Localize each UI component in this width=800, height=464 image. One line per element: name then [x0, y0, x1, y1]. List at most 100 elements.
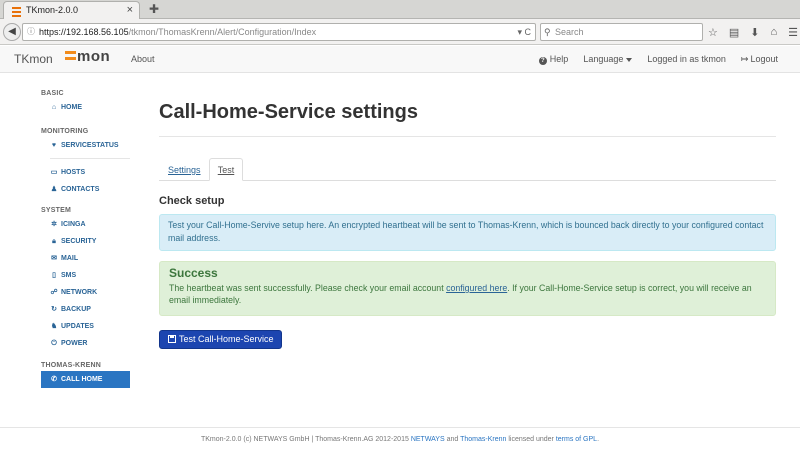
footer: TKmon-2.0.0 (c) NETWAYS GmbH | Thomas-Kr… [0, 436, 800, 443]
sidebar-item-label: ICINGA [61, 221, 86, 228]
sidebar-item-label: NETWORK [61, 289, 98, 296]
browser-toolbar: ◀ ⓘ https://192.168.56.105/tkmon/ThomasK… [0, 19, 800, 45]
sidebar-item-label: UPDATES [61, 323, 94, 330]
browser-tab-bar: TKmon-2.0.0 × ✚ [0, 0, 800, 19]
divider [159, 136, 776, 137]
navbar-right: ? Help Language Logged in as tkmon ↦ Logou… [538, 54, 778, 65]
sidebar-item-backup[interactable]: ↻ BACKUP [41, 301, 130, 318]
gpl-link[interactable]: terms of GPL [556, 436, 597, 443]
address-bar[interactable]: ⓘ https://192.168.56.105/tkmon/ThomasKre… [22, 23, 536, 41]
sidebar-item-hosts[interactable]: ▭ HOSTS [41, 164, 130, 181]
sidebar-item-contacts[interactable]: ♟ CONTACTS [41, 181, 130, 198]
success-text: The heartbeat was sent successfully. Ple… [169, 283, 447, 293]
icinga-icon: ✲ [51, 221, 57, 228]
language-label: Language [583, 54, 624, 64]
reload-icon[interactable]: ▾ C [517, 24, 531, 40]
logout-link[interactable]: ↦ Logout [741, 54, 778, 65]
success-heading: Success [169, 266, 218, 280]
sidebar-item-label: CONTACTS [61, 186, 100, 193]
sidebar-item-label: CALL HOME [61, 376, 103, 383]
footer-end: . [597, 436, 600, 443]
close-tab-icon[interactable]: × [127, 2, 133, 19]
sidebar-heading-monitoring: MONITORING [41, 128, 89, 135]
sidebar-item-servicestatus[interactable]: ♥ SERVICESTATUS [41, 137, 130, 154]
sidebar-item-label: HOSTS [61, 169, 86, 176]
sidebar-item-label: SMS [61, 272, 77, 279]
browser-tab[interactable]: TKmon-2.0.0 × [3, 1, 140, 19]
network-icon: ☍ [50, 289, 58, 296]
power-icon: ⏻ [51, 340, 57, 347]
sidebar-item-label: SERVICESTATUS [61, 142, 119, 149]
lock-icon: 🔒︎ [52, 238, 56, 245]
tab-settings[interactable]: Settings [159, 158, 210, 181]
heart-icon: ♥ [51, 142, 57, 149]
logout-icon: ↦ [740, 54, 749, 64]
sidebar: BASIC ⌂ HOME MONITORING ♥ SERVICESTATUS ▭ H… [41, 88, 130, 388]
check-setup-heading: Check setup [159, 195, 225, 207]
sidebar-heading-system: SYSTEM [41, 207, 71, 214]
user-icon: ♟ [50, 186, 58, 193]
netways-link[interactable]: NETWAYS [411, 436, 445, 443]
logo-bars-icon [65, 51, 76, 63]
logout-label: Logout [750, 54, 778, 64]
tab-test[interactable]: Test [209, 158, 243, 181]
thomas-krenn-link[interactable]: Thomas-Krenn [460, 436, 506, 443]
success-alert: Success The heartbeat was sent successfu… [159, 261, 776, 316]
envelope-icon: ✉ [51, 255, 57, 262]
sidebar-item-icinga[interactable]: ✲ ICINGA [41, 216, 130, 233]
page-title: Call-Home-Service settings [159, 101, 418, 123]
footer-divider [0, 427, 800, 428]
brand-link[interactable]: TKmon [14, 52, 53, 66]
footer-licensed: licensed under [506, 436, 556, 443]
new-tab-icon[interactable]: ✚ [149, 1, 159, 17]
tab-bar: Settings Test [159, 157, 776, 181]
sidebar-item-security[interactable]: 🔒︎ SECURITY [41, 233, 130, 250]
sidebar-item-power[interactable]: ⏻ POWER [41, 335, 130, 352]
caret-down-icon [626, 57, 633, 62]
sidebar-item-network[interactable]: ☍ NETWORK [41, 284, 130, 301]
url-host: https://192.168.56.105 [39, 27, 129, 37]
about-link[interactable]: About [131, 54, 155, 64]
help-link[interactable]: ? Help [538, 54, 569, 65]
test-call-home-button[interactable]: Test Call-Home-Service [159, 330, 282, 349]
sidebar-item-updates[interactable]: ♞ UPDATES [41, 318, 130, 335]
home-icon: ⌂ [51, 104, 57, 111]
configured-here-link[interactable]: configured here [446, 283, 507, 293]
url-path: /tkmon/ThomasKrenn/Alert/Configuration/I… [128, 27, 317, 37]
sidebar-item-home[interactable]: ⌂ HOME [41, 99, 130, 116]
language-dropdown[interactable]: Language [583, 54, 633, 65]
download-icon[interactable]: ⬇ [750, 26, 759, 39]
info-icon[interactable]: ⓘ [27, 24, 35, 40]
sidebar-heading-thomas-krenn: THOMAS-KRENN [41, 362, 101, 369]
phone-icon: ▯ [52, 272, 56, 279]
updates-icon: ♞ [50, 323, 58, 330]
info-alert: Test your Call-Home-Servive setup here. … [159, 214, 776, 251]
sidebar-item-label: MAIL [61, 255, 79, 262]
sidebar-item-mail[interactable]: ✉ MAIL [41, 250, 130, 267]
refresh-icon: ↻ [51, 306, 57, 313]
phone-call-icon: ✆ [51, 376, 57, 383]
sidebar-item-callhome[interactable]: ✆ CALL HOME [41, 371, 130, 388]
footer-text: TKmon-2.0.0 (c) NETWAYS GmbH | Thomas-Kr… [200, 436, 411, 443]
back-button[interactable]: ◀ [3, 23, 21, 41]
menu-icon[interactable]: ☰ [788, 26, 798, 39]
save-icon [168, 335, 176, 343]
sidebar-item-label: POWER [61, 340, 88, 347]
reading-list-icon[interactable]: ▤ [729, 26, 739, 39]
logo-text: mon [77, 48, 111, 65]
main-content: Call-Home-Service settings Settings Test… [159, 88, 776, 349]
home-icon[interactable]: ⌂ [770, 26, 777, 38]
logged-in-label: Logged in as tkmon [647, 54, 726, 64]
test-button-label: Test Call-Home-Service [179, 334, 274, 344]
sidebar-item-label: BACKUP [61, 306, 91, 313]
sidebar-heading-basic: BASIC [41, 90, 64, 97]
search-input[interactable]: ⚲ Search [540, 23, 703, 41]
sidebar-item-label: SECURITY [61, 238, 97, 245]
bookmark-icon[interactable]: ☆ [708, 26, 718, 39]
sidebar-item-sms[interactable]: ▯ SMS [41, 267, 130, 284]
help-label: Help [549, 54, 569, 64]
search-placeholder: Search [555, 27, 584, 37]
monitor-icon: ▭ [50, 169, 58, 176]
sidebar-item-label: HOME [61, 104, 82, 111]
footer-and: and [444, 436, 461, 443]
